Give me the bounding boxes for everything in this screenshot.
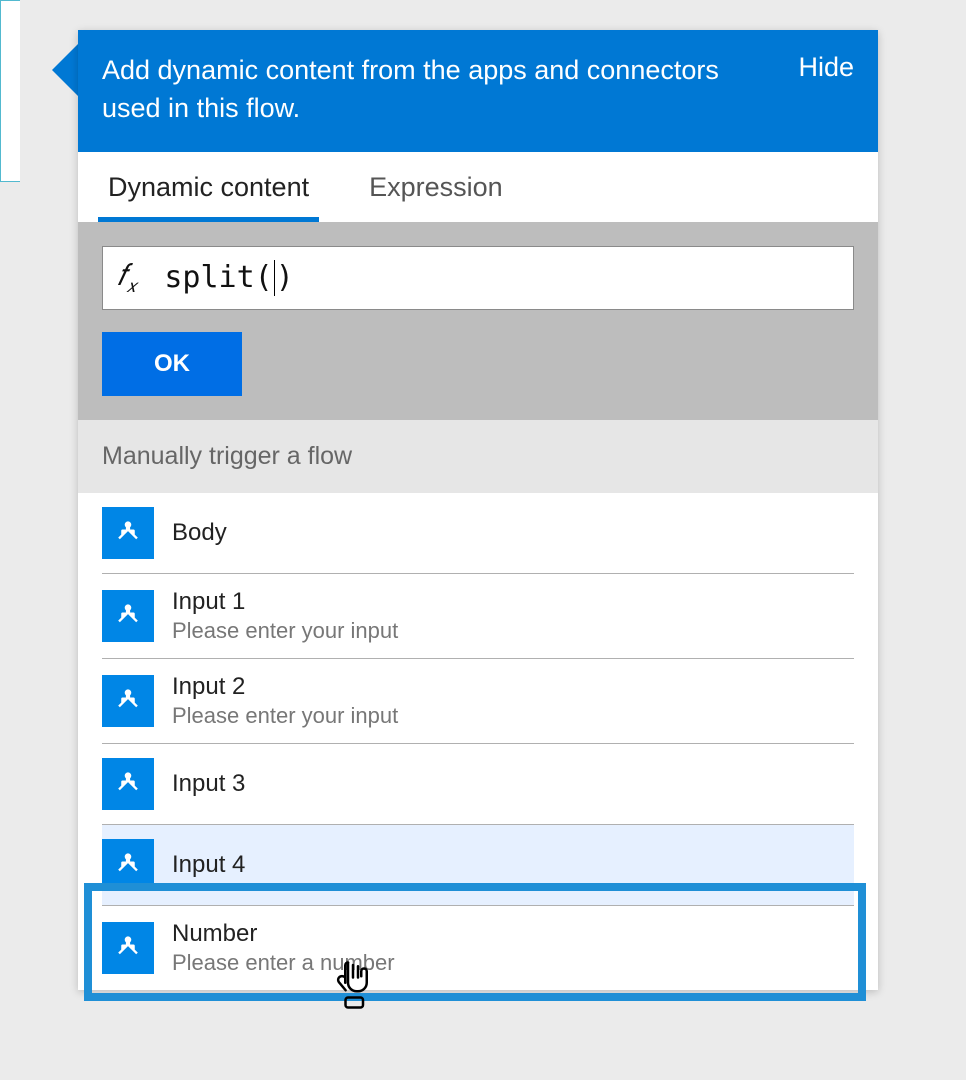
trigger-icon [102, 590, 154, 642]
item-input-4[interactable]: Input 4 [102, 825, 854, 906]
trigger-icon [102, 758, 154, 810]
section-header-manual-trigger: Manually trigger a flow [78, 420, 878, 493]
action-card-edge [0, 0, 20, 182]
item-label: Input 2 [172, 673, 398, 701]
item-description: Please enter a number [172, 950, 395, 976]
dynamic-content-panel: Add dynamic content from the apps and co… [78, 30, 878, 990]
tab-dynamic-content[interactable]: Dynamic content [98, 152, 319, 222]
text-caret [274, 260, 275, 296]
item-input-1[interactable]: Input 1 Please enter your input [102, 574, 854, 659]
item-description: Please enter your input [172, 618, 398, 644]
trigger-icon [102, 675, 154, 727]
expression-area: 𝑓𝑥 split() OK [78, 222, 878, 420]
trigger-icon [102, 839, 154, 891]
tab-expression[interactable]: Expression [359, 152, 513, 222]
item-label: Body [172, 519, 227, 547]
trigger-icon [102, 922, 154, 974]
item-description: Please enter your input [172, 703, 398, 729]
fx-icon: 𝑓𝑥 [117, 259, 136, 297]
item-body[interactable]: Body [102, 493, 854, 574]
expression-input[interactable]: 𝑓𝑥 split() [102, 246, 854, 310]
item-input-3[interactable]: Input 3 [102, 744, 854, 825]
tabs-row: Dynamic content Expression [78, 152, 878, 222]
panel-header: Add dynamic content from the apps and co… [78, 30, 878, 152]
item-label: Number [172, 920, 395, 948]
header-description: Add dynamic content from the apps and co… [102, 52, 778, 128]
item-label: Input 3 [172, 770, 245, 798]
ok-button[interactable]: OK [102, 332, 242, 396]
item-label: Input 4 [172, 851, 245, 879]
item-input-2[interactable]: Input 2 Please enter your input [102, 659, 854, 744]
expression-text: split() [164, 260, 293, 296]
items-list: Body Input 1 Please enter your input Inp… [78, 493, 878, 990]
item-label: Input 1 [172, 588, 398, 616]
hide-button[interactable]: Hide [798, 52, 854, 83]
trigger-icon [102, 507, 154, 559]
callout-pointer [52, 44, 78, 96]
item-number[interactable]: Number Please enter a number [102, 906, 854, 990]
